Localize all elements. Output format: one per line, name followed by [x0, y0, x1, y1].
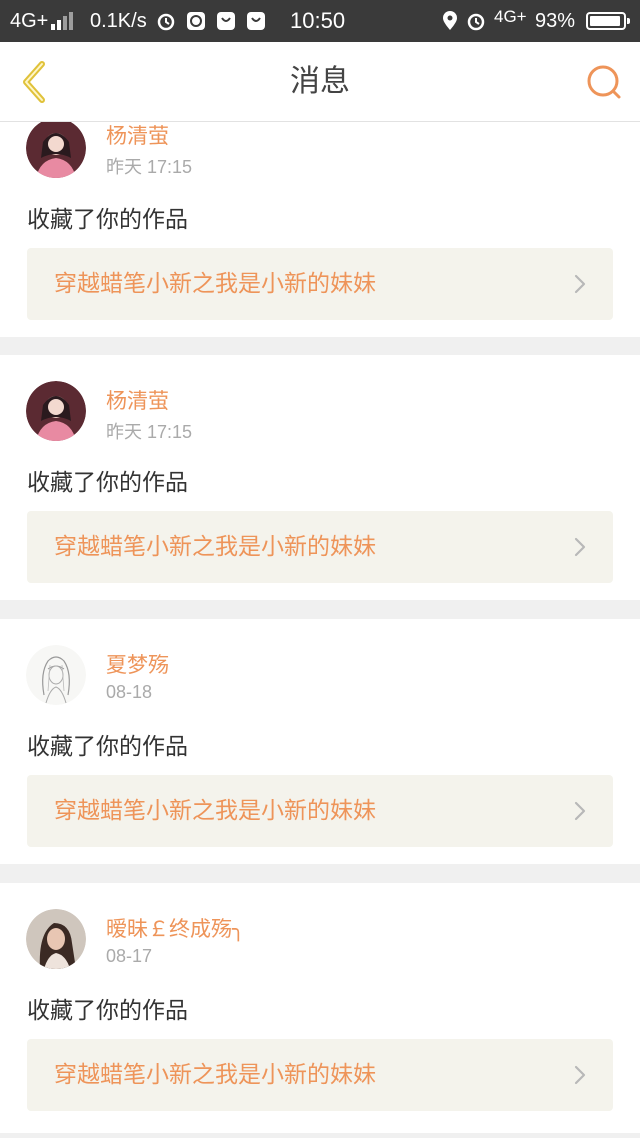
network-type-right: 4G+: [494, 7, 527, 26]
work-title: 穿越蜡笔小新之我是小新的妹妹: [54, 271, 376, 297]
message-card: 夏梦殇 08-18 收藏了你的作品 穿越蜡笔小新之我是小新的妹妹: [0, 619, 640, 864]
network-speed: 0.1K/s: [90, 10, 147, 32]
chevron-right-icon: [574, 537, 586, 557]
user-name[interactable]: 杨清萤: [106, 122, 169, 150]
action-text: 收藏了你的作品: [27, 734, 188, 760]
chevron-right-icon: [574, 274, 586, 294]
location-pin-icon: [443, 11, 457, 30]
message-time: 昨天 17:15: [106, 422, 193, 442]
work-title: 穿越蜡笔小新之我是小新的妹妹: [54, 534, 376, 560]
work-title: 穿越蜡笔小新之我是小新的妹妹: [54, 798, 376, 824]
work-title: 穿越蜡笔小新之我是小新的妹妹: [54, 1062, 376, 1088]
message-card: 杨清萤 昨天 17:15 收藏了你的作品 穿越蜡笔小新之我是小新的妹妹: [0, 355, 640, 600]
action-text: 收藏了你的作品: [27, 998, 188, 1024]
work-link[interactable]: 穿越蜡笔小新之我是小新的妹妹: [27, 248, 613, 320]
user-name[interactable]: 杨清萤: [106, 385, 169, 415]
user-avatar[interactable]: [26, 122, 86, 178]
alarm-clock-icon-right: [467, 13, 485, 31]
message-card: 杨清萤 昨天 17:15 收藏了你的作品 穿越蜡笔小新之我是小新的妹妹: [0, 122, 640, 337]
user-avatar[interactable]: [26, 381, 86, 441]
message-time: 08-18: [106, 682, 153, 702]
page-title: 消息: [290, 64, 350, 99]
message-time: 08-17: [106, 946, 153, 966]
user-avatar[interactable]: [26, 645, 86, 705]
chevron-right-icon: [574, 801, 586, 821]
chevron-right-icon: [574, 1065, 586, 1085]
work-link[interactable]: 穿越蜡笔小新之我是小新的妹妹: [27, 511, 613, 583]
battery-percent: 93%: [535, 10, 576, 32]
search-button[interactable]: [584, 62, 624, 102]
network-type-left: 4G+: [10, 10, 49, 32]
message-time: 昨天 17:15: [106, 157, 193, 177]
work-link[interactable]: 穿越蜡笔小新之我是小新的妹妹: [27, 775, 613, 847]
battery-icon: [586, 12, 630, 30]
action-text: 收藏了你的作品: [27, 207, 188, 233]
nav-bar: 消息: [0, 42, 640, 122]
action-text: 收藏了你的作品: [27, 470, 188, 496]
shopping-bag-icon: [217, 12, 235, 30]
shopping-bag-icon-2: [247, 12, 265, 30]
message-card: 暧昧￡终成殇╮ 08-17 收藏了你的作品 穿越蜡笔小新之我是小新的妹妹: [0, 883, 640, 1133]
clock-time: 10:50: [290, 8, 346, 33]
message-feed[interactable]: 杨清萤 昨天 17:15 收藏了你的作品 穿越蜡笔小新之我是小新的妹妹 杨清萤 …: [0, 122, 640, 1138]
status-bar: 4G+ 0.1K/s 10:50 4G+ 93%: [0, 0, 640, 42]
app-notification-icon: [187, 12, 205, 30]
user-name[interactable]: 暧昧￡终成殇╮: [106, 913, 245, 943]
alarm-clock-icon: [157, 13, 175, 31]
work-link[interactable]: 穿越蜡笔小新之我是小新的妹妹: [27, 1039, 613, 1111]
user-avatar[interactable]: [26, 909, 86, 969]
user-name[interactable]: 夏梦殇: [106, 649, 169, 679]
